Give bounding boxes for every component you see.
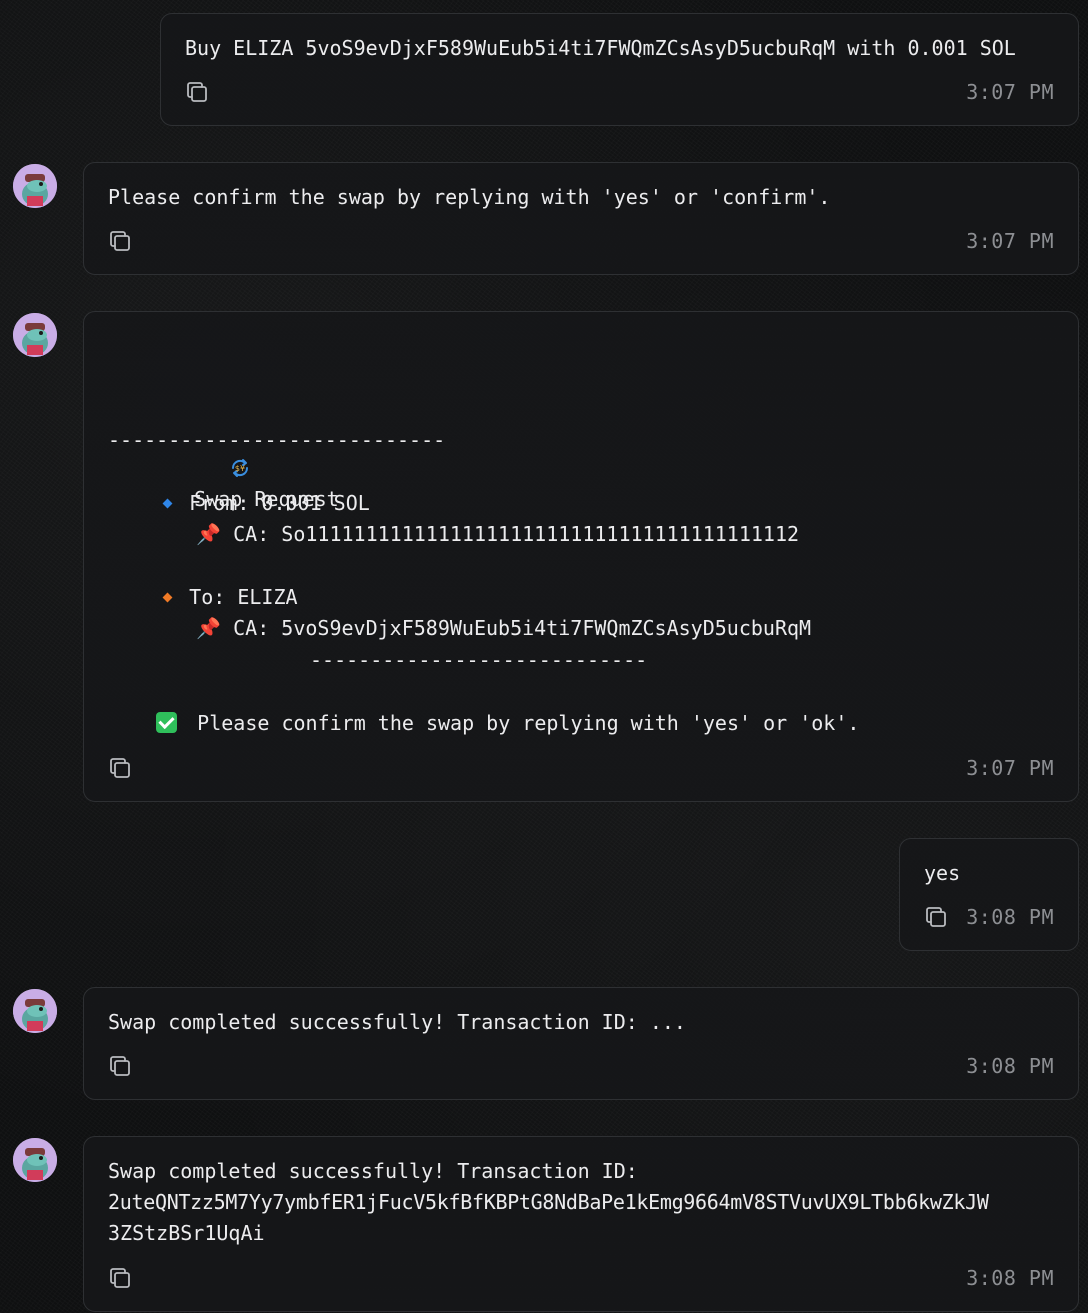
message-timestamp: 3:07 PM — [966, 80, 1054, 104]
message-timestamp: 3:08 PM — [966, 1266, 1054, 1290]
swap-divider-2: ---------------------------- — [310, 648, 648, 672]
swap-to-ca: CA: 5voS9evDjxF589WuEub5i4ti7FWQmZCsAsyD… — [233, 616, 812, 640]
agent-avatar — [13, 313, 57, 357]
agent-avatar — [13, 164, 57, 208]
swap-divider: ---------------------------- — [108, 428, 446, 452]
message-timestamp: 3:07 PM — [966, 229, 1054, 253]
message-timestamp: 3:08 PM — [966, 1054, 1054, 1078]
agent-message-bubble: Please confirm the swap by replying with… — [83, 162, 1079, 275]
agent-avatar — [13, 1138, 57, 1182]
transaction-id: 2uteQNTzz5M7Yy7ymbfER1jFucV5kfBfKBPtG8Nd… — [108, 1190, 989, 1214]
pushpin-icon: 📌 — [196, 616, 222, 640]
agent-message-bubble: Swap completed successfully! Transaction… — [83, 1136, 1079, 1312]
message-timestamp: 3:08 PM — [966, 905, 1054, 929]
user-message-bubble: Buy ELIZA 5voS9evDjxF589WuEub5i4ti7FWQmZ… — [160, 13, 1079, 126]
agent-message-bubble: Swap completed successfully! Transaction… — [83, 987, 1079, 1100]
message-text: Please confirm the swap by replying with… — [108, 185, 831, 209]
swap-from-ca: CA: So1111111111111111111111111111111111… — [233, 522, 800, 546]
message-text: Buy ELIZA 5voS9evDjxF589WuEub5i4ti7FWQmZ… — [185, 36, 1016, 60]
check-mark-icon — [156, 712, 178, 733]
pushpin-icon: 📌 — [196, 522, 222, 546]
swap-confirm-line: Please confirm the swap by replying with… — [108, 677, 859, 770]
swap-confirm: Please confirm the swap by replying with… — [197, 711, 860, 735]
copy-icon[interactable] — [924, 905, 948, 929]
copy-icon[interactable] — [108, 1054, 132, 1078]
copy-icon[interactable] — [185, 80, 209, 104]
copy-icon[interactable] — [108, 229, 132, 253]
message-line: Swap completed successfully! Transaction… — [108, 1159, 638, 1183]
message-text: yes — [924, 861, 961, 885]
agent-swap-bubble: $¥ Swap Request ------------------------… — [83, 311, 1079, 802]
agent-avatar — [13, 989, 57, 1033]
user-message-bubble: yes 3:08 PM — [899, 838, 1079, 951]
message-text: Swap completed successfully! Transaction… — [108, 1010, 686, 1034]
copy-icon[interactable] — [108, 756, 132, 780]
transaction-id-cont: 3ZStzBSr1UqAi — [108, 1221, 265, 1245]
copy-icon[interactable] — [108, 1266, 132, 1290]
message-timestamp: 3:07 PM — [966, 756, 1054, 780]
